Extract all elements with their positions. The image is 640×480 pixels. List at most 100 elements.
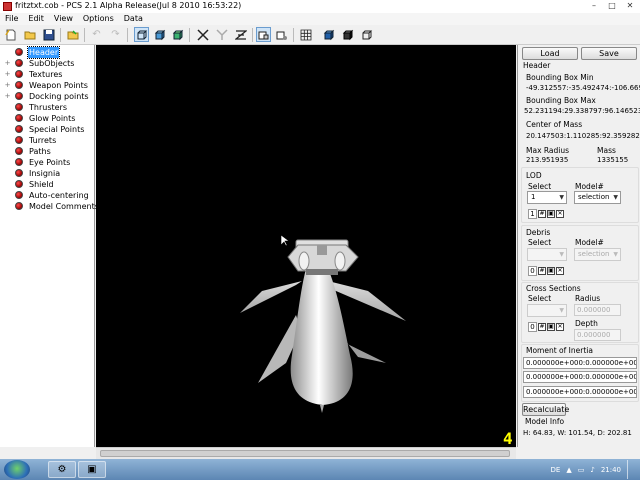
close-button[interactable]: ✕ [622,0,638,11]
tree-item-docking-points[interactable]: + Docking points [0,91,95,102]
tree-item-weapon-points[interactable]: + Weapon Points [0,80,95,91]
recalculate-button[interactable]: Recalculate [522,403,569,416]
lod-select-dropdown[interactable]: 1 ▼ [527,191,567,204]
delete-x-icon[interactable]: ✕ [556,210,564,218]
tree-item-subobjects[interactable]: + SubObjects [0,58,95,69]
center-of-mass-value[interactable]: 20.147503:1.110285:92.359282 [526,132,640,140]
rotate-axes-icon[interactable] [214,27,229,42]
tree-item-thrusters[interactable]: Thrusters [0,102,95,113]
tree-item-eye-points[interactable]: Eye Points [0,157,95,168]
lod-model-dropdown[interactable]: selection ▼ [574,191,621,204]
tray-up-arrow-icon[interactable]: ▲ [566,466,571,474]
red-ball-icon [15,59,23,67]
select-mode-icon[interactable] [256,27,271,42]
save-button[interactable]: Save [581,47,637,60]
scale-axes-icon[interactable] [233,27,248,42]
new-file-icon[interactable] [3,27,18,42]
red-ball-icon [15,191,23,199]
taskbar-app-icon[interactable]: ⚙ [48,461,76,478]
3d-viewport[interactable]: 4 [96,45,516,447]
delete-x-icon[interactable]: ✕ [556,323,564,331]
start-orb-icon[interactable] [4,460,30,479]
tree-item-special-points[interactable]: Special Points [0,124,95,135]
debris-count-spinner[interactable]: 0 [528,266,537,276]
grid-icon[interactable] [298,27,313,42]
undo-icon[interactable]: ↶ [89,27,104,42]
tree-item-header[interactable]: Header [0,46,95,59]
grid-small-icon[interactable]: # [538,210,546,218]
open-folder-alt-icon[interactable] [65,27,80,42]
debris-title: Debris [526,228,551,237]
lod-count-spinner[interactable]: 1 [528,209,537,219]
tree-item-textures[interactable]: + Textures [0,69,95,80]
blue-cube-icon[interactable] [321,27,336,42]
horizontal-scrollbar[interactable] [96,447,516,459]
clock[interactable]: 21:40 [601,466,621,474]
solid-cube-icon[interactable] [152,27,167,42]
tree-item-glow-points[interactable]: Glow Points [0,113,95,124]
tree-item-auto-centering[interactable]: Auto-centering [0,190,95,201]
move-axes-icon[interactable] [195,27,210,42]
expand-plus-icon[interactable]: + [4,60,11,67]
bbox-min-value[interactable]: -49.312557:-35.492474:-106.669 [526,84,640,92]
chevron-down-icon: ▼ [613,251,618,258]
outline-cube-icon[interactable] [359,27,374,42]
tree-item-turrets[interactable]: Turrets [0,135,95,146]
show-desktop-button[interactable] [627,460,636,479]
inertia-row-3[interactable]: 0.000000e+000:0.000000e+000 [523,386,637,398]
minimize-button[interactable]: – [586,0,602,11]
scrollbar-thumb[interactable] [100,450,510,457]
ship-model-render [240,239,406,413]
cross-radius-field[interactable]: 0.000000 [574,304,621,316]
cross-count-spinner[interactable]: 0 [528,322,537,332]
copy-icon[interactable]: ▣ [547,267,555,275]
header-section-label: Header [523,61,551,70]
textured-cube-icon[interactable] [170,27,185,42]
tray-volume-icon[interactable]: ♪ [590,466,594,474]
copy-icon[interactable]: ▣ [547,210,555,218]
taskbar-pcs-icon[interactable]: ▣ [78,461,106,478]
dark-cube-icon[interactable] [340,27,355,42]
expand-plus-icon[interactable]: + [4,71,11,78]
copy-icon[interactable]: ▣ [547,323,555,331]
tree-item-model-comments[interactable]: Model Comments [0,201,99,212]
cross-title: Cross Sections [526,284,581,293]
tree-item-shield[interactable]: Shield [0,179,95,190]
debris-select-dropdown[interactable]: ▼ [527,248,567,261]
menu-data[interactable]: Data [119,13,148,25]
cross-depth-field[interactable]: 0.000000 [574,329,621,341]
tree-item-insignia[interactable]: Insignia [0,168,95,179]
delete-x-icon[interactable]: ✕ [556,267,564,275]
cross-select-dropdown[interactable]: ▼ [527,304,567,317]
load-button[interactable]: Load [522,47,578,60]
tray-network-icon[interactable]: ▭ [578,466,585,474]
tree-item-paths[interactable]: Paths [0,146,95,157]
max-radius-value[interactable]: 213.951935 [526,156,568,164]
inertia-row-2[interactable]: 0.000000e+000:0.000000e+000 [523,371,637,383]
select-all-icon[interactable] [274,27,289,42]
language-indicator[interactable]: DE [551,466,561,474]
app-icon [3,2,12,11]
expand-plus-icon[interactable]: + [4,93,11,100]
red-ball-icon [15,147,23,155]
wireframe-cube-icon[interactable] [134,27,149,42]
chevron-down-icon: ▼ [559,307,564,314]
save-disk-icon[interactable] [41,27,56,42]
open-folder-icon[interactable] [22,27,37,42]
menu-view[interactable]: View [49,13,78,25]
debris-model-dropdown[interactable]: selection ▼ [574,248,621,261]
maximize-button[interactable]: □ [604,0,620,11]
chevron-down-icon: ▼ [559,194,564,201]
bbox-max-value[interactable]: 52.231194:29.338797:96.146523 [524,107,640,115]
menu-bar: File Edit View Options Data [0,13,640,25]
inertia-row-1[interactable]: 0.000000e+000:0.000000e+000 [523,357,637,369]
redo-icon[interactable]: ↷ [108,27,123,42]
grid-small-icon[interactable]: # [538,267,546,275]
expand-plus-icon[interactable]: + [4,82,11,89]
window-title: fritztxt.cob - PCS 2.1 Alpha Release(Jul… [15,1,242,10]
mass-value[interactable]: 1335155 [597,156,628,164]
grid-small-icon[interactable]: # [538,323,546,331]
menu-file[interactable]: File [0,13,23,25]
menu-edit[interactable]: Edit [23,13,49,25]
menu-options[interactable]: Options [78,13,119,25]
